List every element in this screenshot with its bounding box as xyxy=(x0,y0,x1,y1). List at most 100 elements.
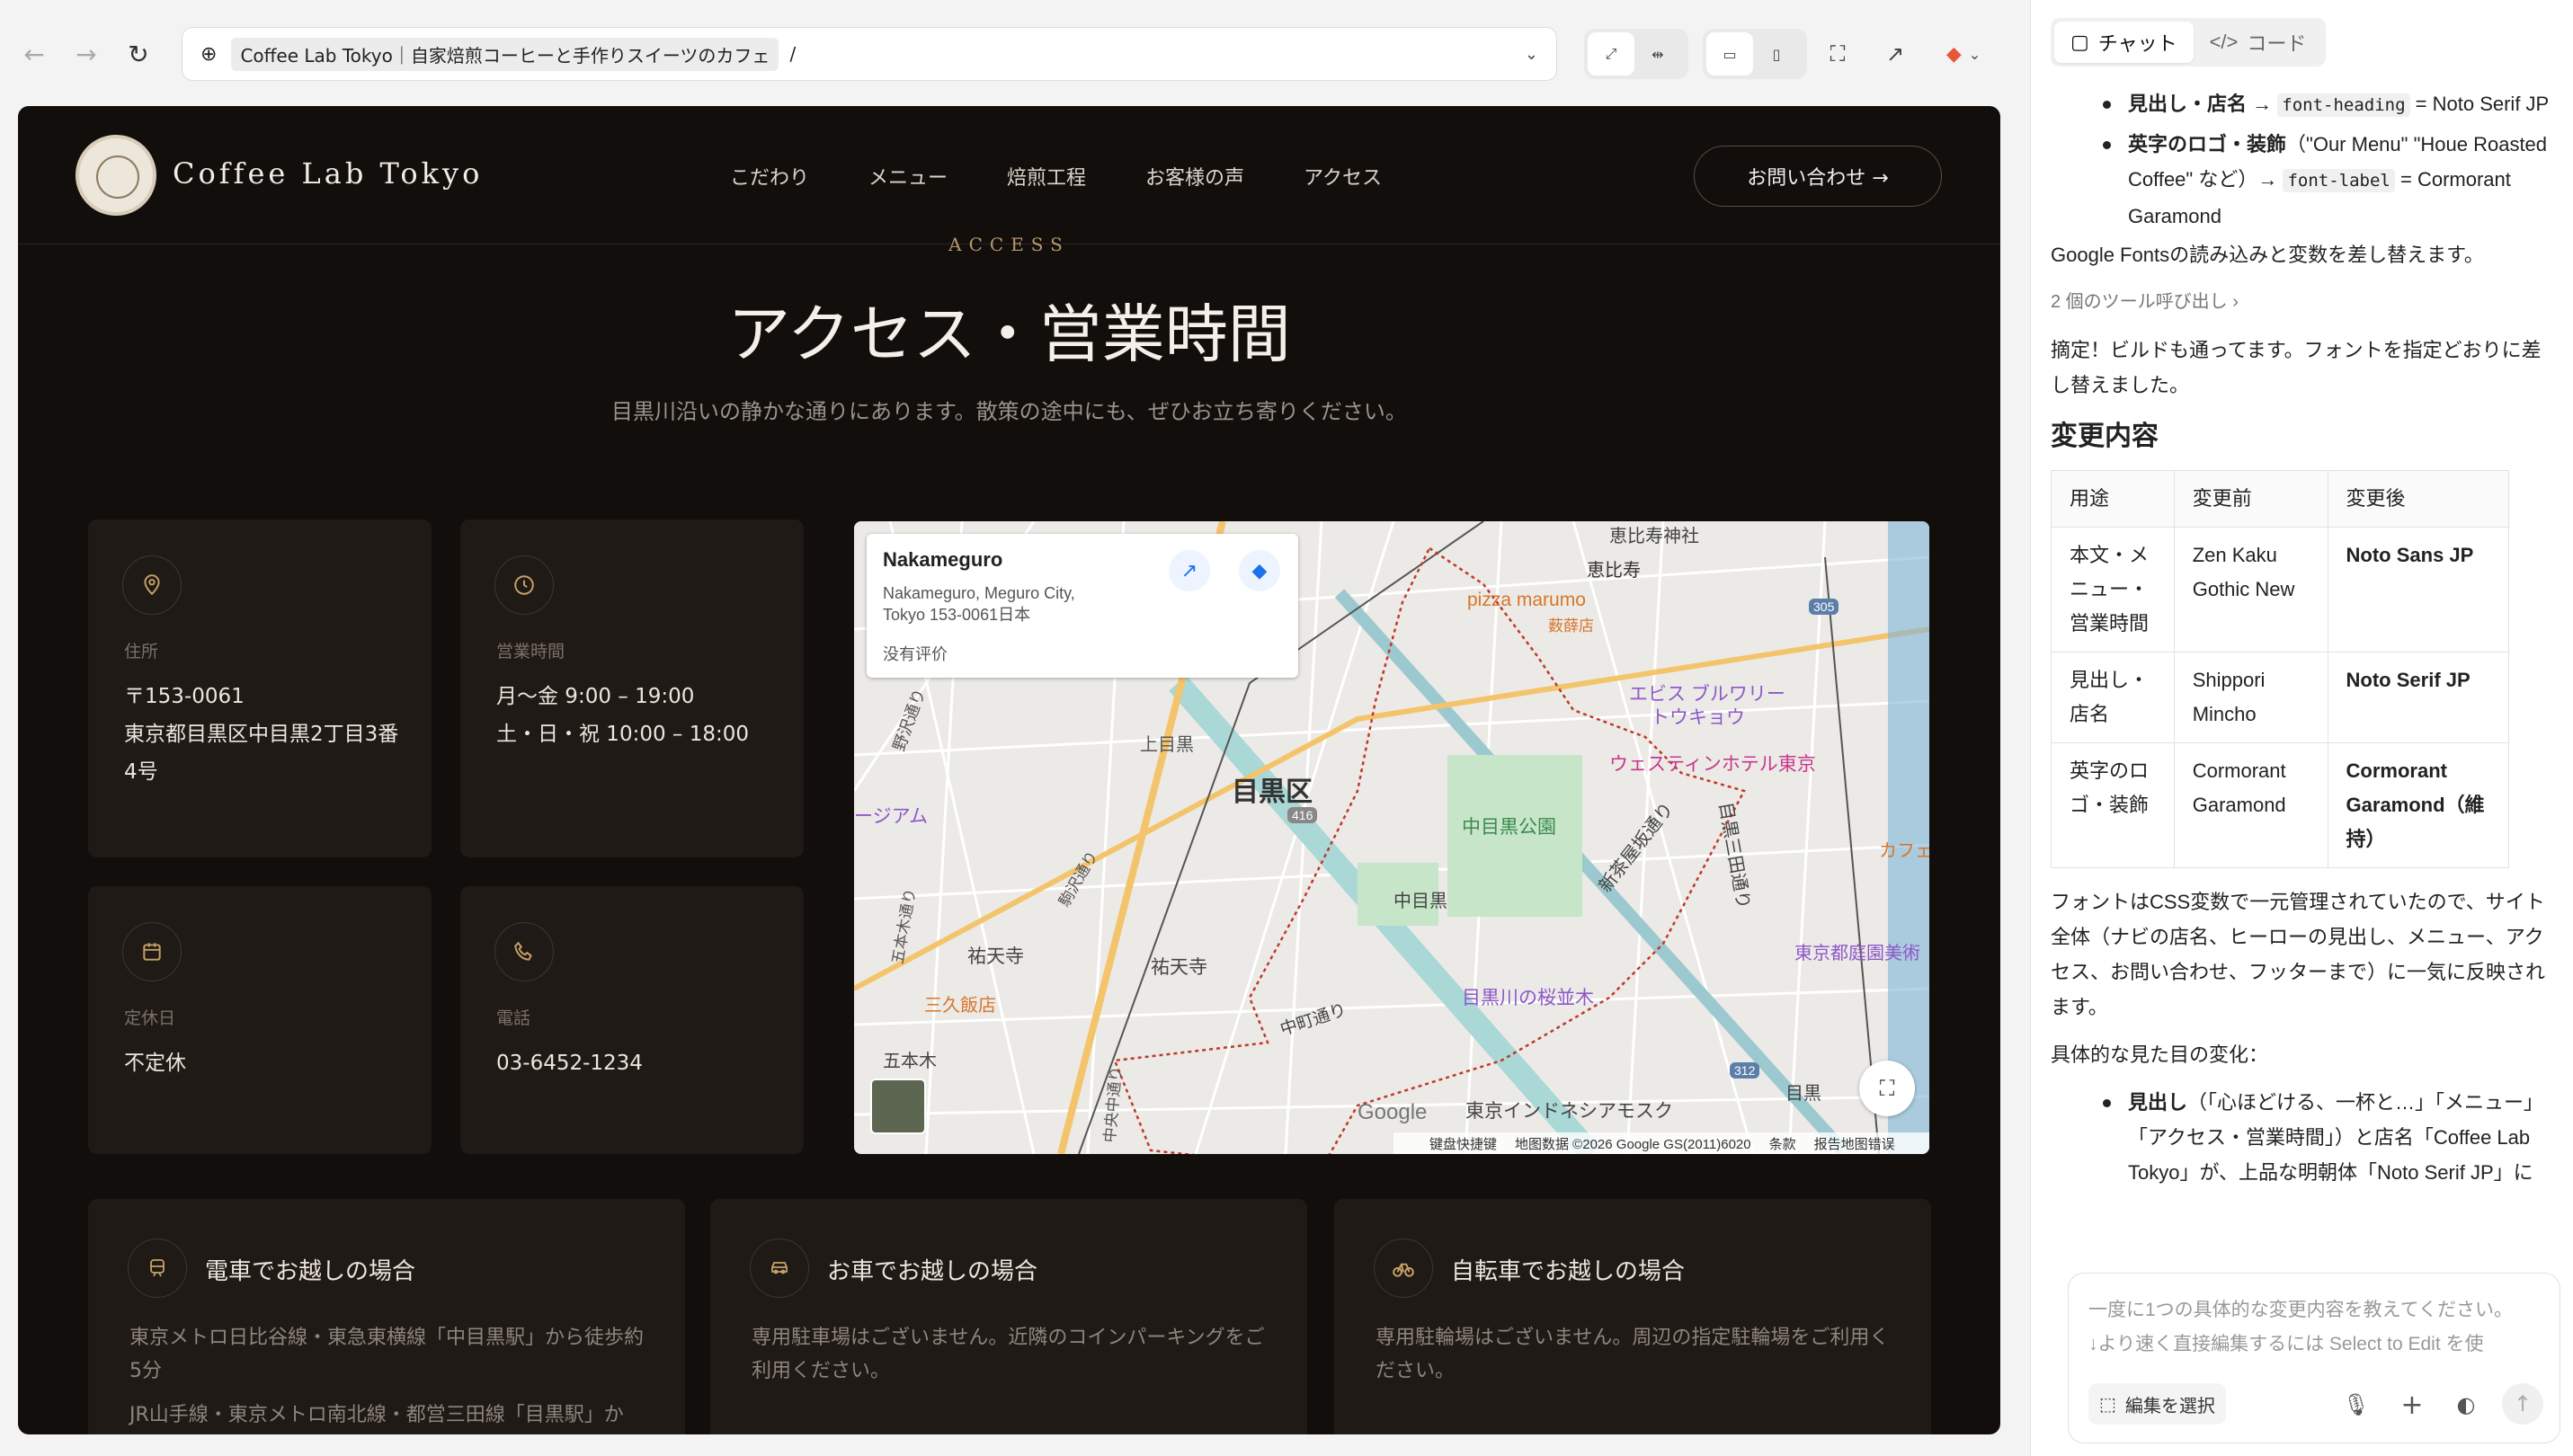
card-description: 東京メトロ日比谷線・東急東横線「中目黒駅」から徒歩約5分 JR山手線・東京メトロ南… xyxy=(129,1327,645,1426)
map-label: 目黒川の桜並木 xyxy=(1462,988,1594,1008)
open-in-maps-icon[interactable]: ↗ xyxy=(1169,550,1210,591)
reload-icon[interactable]: ↻ xyxy=(120,36,156,72)
google-logo: Google xyxy=(1358,1100,1428,1124)
globe-icon: ⊕ xyxy=(200,42,218,66)
brand-name[interactable]: Coffee Lab Tokyo xyxy=(173,156,483,191)
map-label: 上目黒 xyxy=(1140,735,1194,755)
map-label: 祐天寺 xyxy=(1151,957,1207,978)
app-window: ← → ↻ ⊕ Coffee Lab Tokyo｜自家焙煎コーヒーと手作りスイー… xyxy=(0,0,2573,1456)
contact-button[interactable]: お問い合わせ → xyxy=(1694,146,1942,207)
table-row: 英字のロゴ・装飾 Cormorant Garamond Cormorant Gara… xyxy=(2051,742,2510,868)
nav-link-access[interactable]: アクセス xyxy=(1304,162,1382,191)
fullscreen-map-icon[interactable]: ⛶ xyxy=(1859,1061,1915,1116)
map-label: 五本木 xyxy=(883,1052,937,1071)
map-label: 東京インドネシアモスク xyxy=(1465,1101,1673,1122)
section-kicker: ACCESS xyxy=(948,234,1070,255)
car-access-card: お車でお越しの場合 専用駐車場はございません。近隣のコインパーキングをご利用くだ… xyxy=(710,1199,1307,1434)
panel-tabs: ▢ チャット </> コード xyxy=(2051,18,2327,67)
back-icon[interactable]: ← xyxy=(16,36,52,72)
fit-width-icon[interactable]: ⇹ xyxy=(1634,32,1681,75)
map-label: 恵比寿神社 xyxy=(1609,527,1699,546)
expand-icon[interactable]: ⤢ xyxy=(1588,32,1634,75)
select-to-edit-button[interactable]: ⬚ 編集を選択 xyxy=(2088,1383,2226,1425)
card-title: 電車でお越しの場合 xyxy=(205,1258,416,1285)
microphone-icon[interactable]: 🎙 xyxy=(2338,1387,2374,1423)
composer-placeholder: 一度に1つの具体的な変更内容を教えてください。 ↓より速く直接編集するには Sel… xyxy=(2088,1300,2513,1354)
open-external-icon[interactable]: ↗ xyxy=(1877,36,1913,72)
nav-links: こだわり メニュー 焙煎工程 お客様の声 アクセス xyxy=(730,162,1382,191)
map-label: 中目黒 xyxy=(1393,892,1447,911)
nav-link-roasting[interactable]: 焙煎工程 xyxy=(1007,162,1086,191)
message-text: フォントはCSS変数で一元管理されていたので、サイト全体（ナビの店名、ヒーローの… xyxy=(2051,891,2546,1018)
map-label: 目黒区 xyxy=(1232,777,1313,807)
google-map-embed[interactable]: Nakameguro Nakameguro, Meguro City, Tokyo… xyxy=(854,521,1929,1154)
location-pin-icon xyxy=(122,555,182,615)
map-footer: 键盘快捷键 地图数据 ©2026 Google GS(2011)6020 条款 … xyxy=(1393,1132,1929,1154)
nav-link-menu[interactable]: メニュー xyxy=(868,162,948,191)
message-heading: 変更内容 xyxy=(2051,422,2159,451)
nav-link-kodawari[interactable]: こだわり xyxy=(730,162,809,191)
tab-code[interactable]: </> コード xyxy=(2194,22,2323,63)
tool-calls-toggle[interactable]: 2 個のツール呼び出し › xyxy=(2051,285,2554,320)
card-label: 営業時間 xyxy=(496,642,565,661)
map-info-popup: Nakameguro Nakameguro, Meguro City, Tokyo… xyxy=(867,534,1298,678)
site-nav: Coffee Lab Tokyo こだわり メニュー 焙煎工程 お客様の声 アク… xyxy=(18,106,2000,244)
map-label: 目黒 xyxy=(1785,1084,1821,1104)
map-label: pizza marumo xyxy=(1467,590,1586,610)
chevron-down-icon[interactable]: ⌄ xyxy=(1525,45,1538,64)
message-text: 摘定！ビルドも通ってます。フォントを指定どおりに差し替えました。 xyxy=(2051,339,2542,396)
map-label: ージアム xyxy=(854,806,929,827)
popup-rating: 没有评价 xyxy=(883,645,948,663)
bicycle-access-card: 自転車でお越しの場合 専用駐輪場はございません。周辺の指定駐輪場をご利用ください… xyxy=(1334,1199,1931,1434)
section-subtitle: 目黒川沿いの静かな通りにあります。散策の途中にも、ぜひお立ち寄りください。 xyxy=(611,399,1407,424)
select-icon: ⬚ xyxy=(2099,1394,2116,1415)
card-title: お車でお越しの場合 xyxy=(827,1258,1038,1285)
mobile-icon[interactable]: ▯ xyxy=(1753,32,1800,75)
satellite-toggle[interactable] xyxy=(870,1079,926,1134)
map-label: 三久飯店 xyxy=(924,996,996,1016)
card-value[interactable]: 03-6452-1234 xyxy=(496,1044,777,1082)
table-row: 本文・メニュー・営業時間 Zen Kaku Gothic New Noto Sans… xyxy=(2051,527,2510,653)
route-shield: 305 xyxy=(1809,599,1839,615)
train-access-card: 電車でお越しの場合 東京メトロ日比谷線・東急東横線「中目黒駅」から徒歩約5分 JR… xyxy=(88,1199,685,1434)
plus-icon[interactable]: + xyxy=(2394,1387,2430,1423)
hours-card: 営業時間 月〜金 9:00 – 19:00 土・日・祝 10:00 – 18:00 xyxy=(460,519,804,857)
address-bar[interactable]: ⊕ Coffee Lab Tokyo｜自家焙煎コーヒーと手作りスイーツのカフェ … xyxy=(182,27,1557,81)
popup-address: Nakameguro, Meguro City, Tokyo 153-0061日本 xyxy=(883,584,1075,624)
site-chip: Coffee Lab Tokyo｜自家焙煎コーヒーと手作りスイーツのカフェ xyxy=(231,37,779,71)
directions-icon[interactable]: ◆ xyxy=(1239,550,1280,591)
palette-icon[interactable]: ◐ xyxy=(2448,1387,2484,1423)
figma-icon[interactable]: ◆ ⌄ xyxy=(1938,36,1989,72)
list-item: 英字のロゴ・装飾（"Our Menu" "Houe Roasted Coffee… xyxy=(2087,127,2554,234)
map-footer-link[interactable]: 条款 xyxy=(1769,1134,1796,1153)
assistant-panel: ▢ チャット </> コード 見出し・店名 → font-heading = Not… xyxy=(2030,0,2573,1456)
map-footer-link[interactable]: 报告地图错误 xyxy=(1814,1134,1895,1153)
address-card: 住所 〒153-0061 東京都目黒区中目黒2丁目3番 4号 xyxy=(88,519,432,857)
chat-scroll-area[interactable]: 見出し・店名 → font-heading = Noto Serif JP 英字… xyxy=(2031,86,2573,1246)
map-label: ウェスティンホテル東京 xyxy=(1609,754,1816,775)
website-preview: Coffee Lab Tokyo こだわり メニュー 焙煎工程 お客様の声 アク… xyxy=(18,106,2000,1434)
card-description: 専用駐車場はございません。近隣のコインパーキングをご利用ください。 xyxy=(752,1327,1265,1382)
map-footer-link[interactable]: 键盘快捷键 xyxy=(1429,1134,1497,1153)
clock-icon xyxy=(494,555,554,615)
forward-icon[interactable]: → xyxy=(68,36,104,72)
chat-composer[interactable]: 一度に1つの具体的な変更内容を教えてください。 ↓より速く直接編集するには Sel… xyxy=(2068,1273,2560,1443)
card-value: 不定休 xyxy=(124,1052,186,1075)
brand-logo[interactable] xyxy=(76,135,156,216)
card-label: 定休日 xyxy=(124,1008,176,1028)
list-item: 見出し（「心ほどける、一杯と…」「メニュー」「アクセス・営業時間」）と店名「Co… xyxy=(2087,1085,2554,1190)
fullscreen-icon[interactable]: ⛶ xyxy=(1820,36,1856,72)
map-label: トウキョウ xyxy=(1651,707,1745,728)
train-icon xyxy=(128,1238,187,1298)
view-toggle-group: ⤢ ⇹ xyxy=(1584,29,1688,79)
section-title: アクセス・営業時間 xyxy=(727,297,1291,371)
bicycle-icon xyxy=(1374,1238,1433,1298)
tab-chat[interactable]: ▢ チャット xyxy=(2054,22,2194,63)
desktop-icon[interactable]: ▭ xyxy=(1706,32,1753,75)
map-label: 東京都庭園美術 xyxy=(1794,944,1920,963)
phone-icon xyxy=(494,922,554,981)
send-icon[interactable]: ↑ xyxy=(2502,1383,2543,1425)
nav-link-reviews[interactable]: お客様の声 xyxy=(1145,162,1244,191)
list-item: 見出し・店名 → font-heading = Noto Serif JP xyxy=(2087,86,2554,123)
table-row: 見出し・店名 Shippori Mincho Noto Serif JP xyxy=(2051,652,2510,743)
